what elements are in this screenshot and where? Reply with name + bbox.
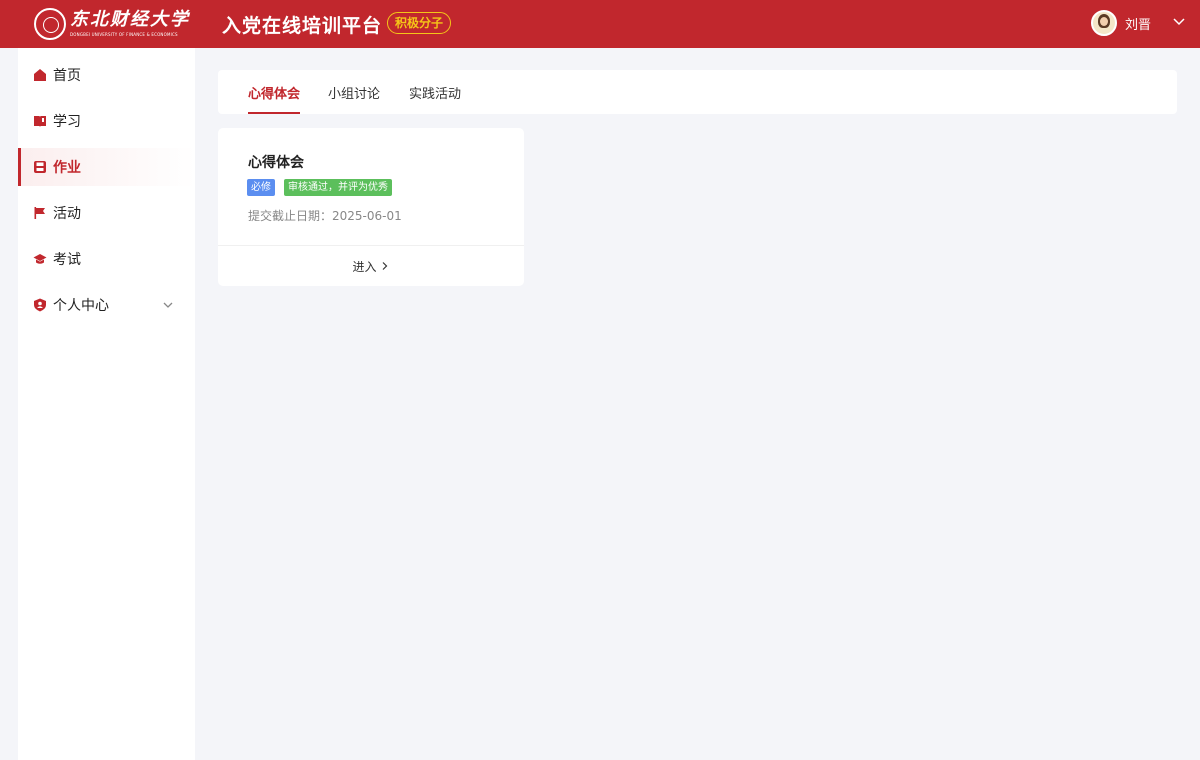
flag-icon: [34, 207, 45, 219]
tab-bar: 心得体会 小组讨论 实践活动: [218, 70, 1177, 114]
tab-practice-activities[interactable]: 实践活动: [409, 83, 461, 114]
sidebar-item-exam[interactable]: 考试: [18, 240, 195, 278]
university-logo[interactable]: 东北财经大学 DONGBEI UNIVERSITY OF FINANCE & E…: [34, 7, 190, 41]
tab-experience[interactable]: 心得体会: [248, 83, 301, 114]
logo-chinese-name: 东北财经大学: [70, 9, 190, 30]
user-shield-icon: [34, 298, 46, 312]
sidebar-item-label: 学习: [53, 114, 81, 130]
status-badge: 审核通过，并评为优秀: [284, 179, 392, 196]
sidebar-item-personal-center[interactable]: 个人中心: [18, 286, 195, 324]
sidebar-item-label: 个人中心: [53, 298, 109, 314]
avatar[interactable]: [1091, 10, 1117, 36]
enter-label: 进入: [352, 259, 377, 274]
enter-button[interactable]: 进入: [218, 246, 524, 286]
assignment-card: 心得体会 必修 审核通过，并评为优秀 提交截止日期：2025-06-01 进入: [218, 128, 524, 286]
sidebar: 首页 学习 作业 活动 考试 个人中心: [18, 48, 195, 760]
platform-title: 入党在线培训平台: [222, 15, 383, 37]
user-name[interactable]: 刘晋: [1125, 14, 1151, 33]
required-badge: 必修: [247, 179, 275, 196]
top-header: 东北财经大学 DONGBEI UNIVERSITY OF FINANCE & E…: [0, 0, 1200, 48]
deadline-text: 提交截止日期：2025-06-01: [248, 209, 402, 223]
graduation-cap-icon: [33, 254, 47, 264]
book-icon: [34, 116, 46, 127]
role-badge: 积极分子: [387, 12, 452, 34]
chevron-down-icon[interactable]: [161, 298, 175, 312]
sidebar-item-label: 首页: [53, 68, 81, 84]
chevron-right-icon: [382, 262, 387, 270]
home-icon: [34, 69, 46, 81]
university-seal-icon: [34, 8, 66, 40]
chevron-down-icon[interactable]: [1170, 12, 1188, 30]
sidebar-item-activities[interactable]: 活动: [18, 194, 195, 232]
sidebar-item-study[interactable]: 学习: [18, 102, 195, 140]
sidebar-item-label: 活动: [53, 206, 81, 222]
tab-group-discussion[interactable]: 小组讨论: [328, 83, 380, 114]
card-title: 心得体会: [248, 155, 304, 171]
sidebar-item-label: 考试: [53, 252, 81, 268]
logo-english-name: DONGBEI UNIVERSITY OF FINANCE & ECONOMIC…: [70, 32, 178, 37]
sidebar-item-label: 作业: [53, 160, 81, 176]
save-icon: [34, 161, 46, 173]
sidebar-item-homework[interactable]: 作业: [18, 148, 195, 186]
sidebar-item-home[interactable]: 首页: [18, 56, 195, 94]
